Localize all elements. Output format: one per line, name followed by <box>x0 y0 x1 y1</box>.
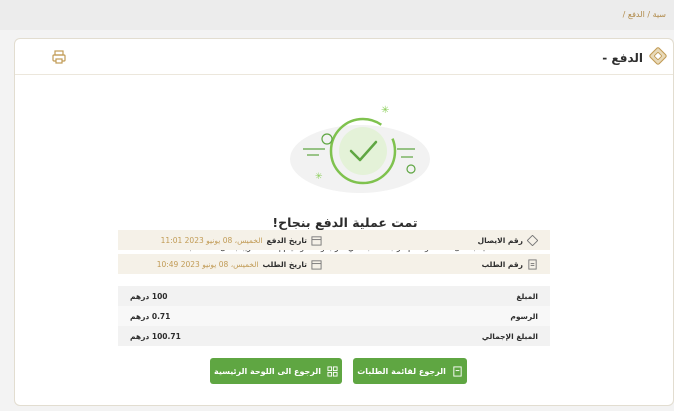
fees-row: الرسوم 0.71 درهم <box>118 306 550 326</box>
payment-icon <box>649 47 667 68</box>
success-check-illustration: ✳ ✳ <box>290 105 430 193</box>
print-button[interactable] <box>51 49 67 65</box>
receipt-cell: رقم الايصال <box>334 234 550 246</box>
document-icon <box>453 365 462 377</box>
request-date-cell: تاريخ الطلب الخميس، 08 يونيو 2023 10:49 <box>118 259 334 270</box>
total-label: المبلغ الإجمالي <box>481 331 538 341</box>
receipt-label: رقم الايصال <box>477 235 523 245</box>
back-to-dashboard-label: الرجوع الى اللوحة الرئيسية <box>213 366 322 376</box>
request-date-value: الخميس، 08 يونيو 2023 10:49 <box>156 259 259 269</box>
breadcrumb: سية / الدفع / <box>0 0 674 30</box>
breadcrumb-current: الدفع / <box>622 10 645 19</box>
grid-icon <box>327 365 338 377</box>
details-panel: رقم الايصال تاريخ الدفع الخميس، 08 يونيو… <box>118 230 550 278</box>
card-header: الدفع - <box>15 39 673 75</box>
payment-date-label: تاريخ الدفع <box>266 235 307 245</box>
svg-text:✳: ✳ <box>315 172 323 182</box>
request-row: رقم الطلب تاريخ الطلب الخميس، 08 يونيو 2… <box>118 254 550 274</box>
request-date-label: تاريخ الطلب <box>262 259 307 269</box>
fees-label: الرسوم <box>510 311 538 321</box>
amounts-panel: المبلغ 100 درهم الرسوم 0.71 درهم المبلغ … <box>118 286 550 346</box>
total-value: 100.71 درهم <box>130 331 181 341</box>
payment-date-cell: تاريخ الدفع الخميس، 08 يونيو 2023 11:01 <box>118 235 334 246</box>
calendar-icon <box>311 259 322 270</box>
page-title: الدفع - <box>602 47 667 68</box>
amount-row: المبلغ 100 درهم <box>118 286 550 306</box>
fees-value: 0.71 درهم <box>130 311 171 321</box>
receipt-icon <box>527 234 538 246</box>
breadcrumb-separator: / <box>647 10 651 19</box>
back-to-requests-label: الرجوع لقائمة الطلبات <box>357 366 446 376</box>
back-to-dashboard-button[interactable]: الرجوع الى اللوحة الرئيسية <box>210 358 342 384</box>
receipt-row: رقم الايصال تاريخ الدفع الخميس، 08 يونيو… <box>118 230 550 250</box>
payment-card: الدفع - ✳ ✳ تمت عملية الدفع بنجاح! لقد ت… <box>14 38 674 406</box>
total-row: المبلغ الإجمالي 100.71 درهم <box>118 326 550 346</box>
request-cell: رقم الطلب <box>334 258 550 270</box>
calendar-icon <box>311 235 322 246</box>
amount-value: 100 درهم <box>130 291 168 301</box>
payment-date-value: الخميس، 08 يونيو 2023 11:01 <box>160 235 263 245</box>
amount-label: المبلغ <box>516 291 538 301</box>
document-icon <box>528 258 537 270</box>
breadcrumb-prev[interactable]: سية <box>653 10 666 19</box>
request-label: رقم الطلب <box>481 259 523 269</box>
svg-text:✳: ✳ <box>381 105 389 116</box>
back-to-requests-button[interactable]: الرجوع لقائمة الطلبات <box>353 358 467 384</box>
success-title: تمت عملية الدفع بنجاح! <box>272 215 418 230</box>
page-title-text: الدفع - <box>602 50 643 65</box>
print-icon <box>52 50 66 64</box>
